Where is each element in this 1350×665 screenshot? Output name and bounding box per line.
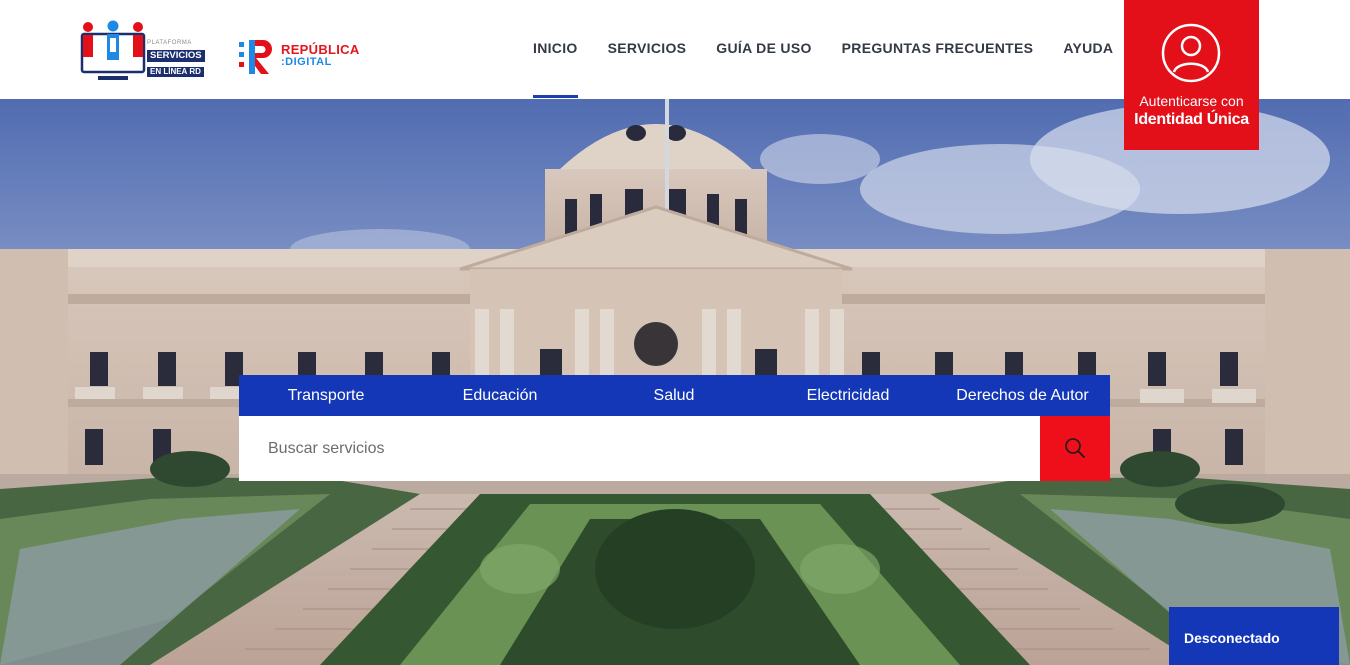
- user-icon: [1161, 23, 1221, 83]
- auth-label-line1: Autenticarse con: [1139, 93, 1244, 109]
- search-button[interactable]: [1040, 416, 1110, 481]
- people-logo-icon: [80, 20, 146, 80]
- nav-servicios[interactable]: SERVICIOS: [593, 0, 702, 99]
- category-salud[interactable]: Salud: [587, 375, 761, 416]
- category-educacion[interactable]: Educación: [413, 375, 587, 416]
- servicios-en-linea-logo[interactable]: PLATAFORMA SERVICIOS EN LÍNEA RD: [80, 20, 220, 82]
- category-derechos-de-autor[interactable]: Derechos de Autor: [935, 375, 1110, 416]
- category-electricidad[interactable]: Electricidad: [761, 375, 935, 416]
- nav-inicio[interactable]: INICIO: [518, 0, 593, 99]
- category-transporte[interactable]: Transporte: [239, 375, 413, 416]
- search-icon: [1065, 438, 1085, 458]
- main-nav: INICIO SERVICIOS GUÍA DE USO PREGUNTAS F…: [518, 0, 1128, 99]
- logo-en-linea-box: EN LÍNEA RD: [147, 67, 204, 77]
- republica-digital-mark-icon: [239, 40, 272, 74]
- search-input[interactable]: [239, 416, 1040, 481]
- servicios-logo-text: PLATAFORMA SERVICIOS EN LÍNEA RD: [147, 40, 205, 78]
- nav-ayuda[interactable]: AYUDA: [1048, 0, 1128, 99]
- logo-rd-text: RD: [189, 67, 201, 76]
- republica-digital-logo-text: REPÚBLICA :DIGITAL: [281, 43, 360, 68]
- service-categories-bar: Transporte Educación Salud Electricidad …: [239, 375, 1110, 416]
- logo-servicios-text: SERVICIOS: [147, 50, 205, 62]
- service-search-box: [239, 416, 1110, 481]
- identidad-unica-login-button[interactable]: Autenticarse con Identidad Única: [1124, 0, 1259, 150]
- connection-status-badge[interactable]: Desconectado: [1169, 607, 1339, 665]
- logo-digital-text: :DIGITAL: [281, 56, 332, 68]
- nav-preguntas-frecuentes[interactable]: PREGUNTAS FRECUENTES: [827, 0, 1049, 99]
- logo-republica-text: REPÚBLICA: [281, 42, 360, 57]
- auth-label-line2: Identidad Única: [1134, 111, 1249, 128]
- nav-guia-de-uso[interactable]: GUÍA DE USO: [701, 0, 826, 99]
- logo-en-linea-text: EN LÍNEA: [150, 67, 188, 76]
- logo-plataforma-text: PLATAFORMA: [147, 40, 192, 46]
- republica-digital-logo[interactable]: REPÚBLICA :DIGITAL: [239, 38, 364, 76]
